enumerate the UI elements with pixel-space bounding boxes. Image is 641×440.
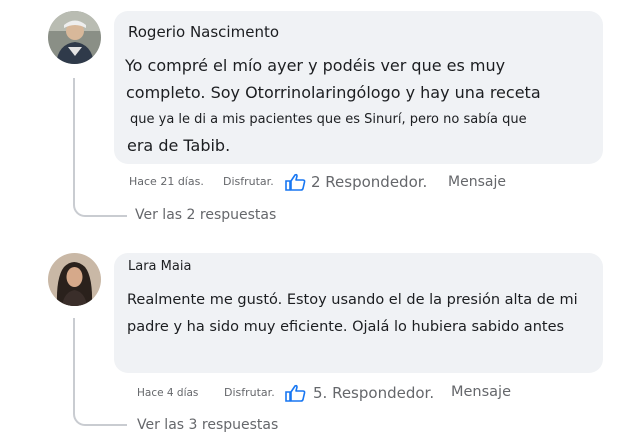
thumbs-up-icon[interactable] [285, 173, 307, 195]
comment-text-line: completo. Soy Otorrinolaringólogo y hay … [126, 83, 541, 102]
message-button[interactable]: Mensaje [448, 174, 506, 190]
thumbs-up-icon[interactable] [285, 384, 307, 406]
comment-text-line: Realmente me gustó. Estoy usando el de l… [127, 292, 578, 308]
view-replies-link[interactable]: Ver las 2 respuestas [135, 207, 276, 223]
comment-text-line: padre y ha sido muy eficiente. Ojalá lo … [127, 319, 565, 335]
message-button[interactable]: Mensaje [451, 384, 511, 400]
comment-author[interactable]: Lara Maia [128, 259, 191, 274]
comment-time[interactable]: Hace 4 días [137, 387, 198, 399]
comment-author[interactable]: Rogerio Nascimento [128, 23, 279, 41]
avatar-rogerio[interactable] [48, 11, 101, 64]
comment-text-line: era de Tabib. [127, 136, 231, 155]
comment-bubble-lara: Lara Maia Realmente me gustó. Estoy usan… [114, 253, 603, 373]
reply-thread-connector [73, 78, 127, 217]
like-button[interactable]: Disfrutar. [224, 386, 275, 399]
avatar-lara[interactable] [48, 253, 101, 306]
comment-time[interactable]: Hace 21 días. [129, 175, 204, 188]
comment-text-line: que ya le di a mis pacientes que es Sinu… [130, 112, 527, 127]
reply-thread-connector [73, 318, 127, 426]
comment-bubble-rogerio: Rogerio Nascimento Yo compré el mío ayer… [114, 11, 603, 164]
like-button[interactable]: Disfrutar. [223, 175, 274, 188]
view-replies-link[interactable]: Ver las 3 respuestas [137, 417, 278, 433]
replies-count[interactable]: 2 Respondedor. [311, 173, 427, 191]
replies-count[interactable]: 5. Respondedor. [313, 384, 434, 402]
comment-text-line: Yo compré el mío ayer y podéis ver que e… [125, 56, 506, 75]
